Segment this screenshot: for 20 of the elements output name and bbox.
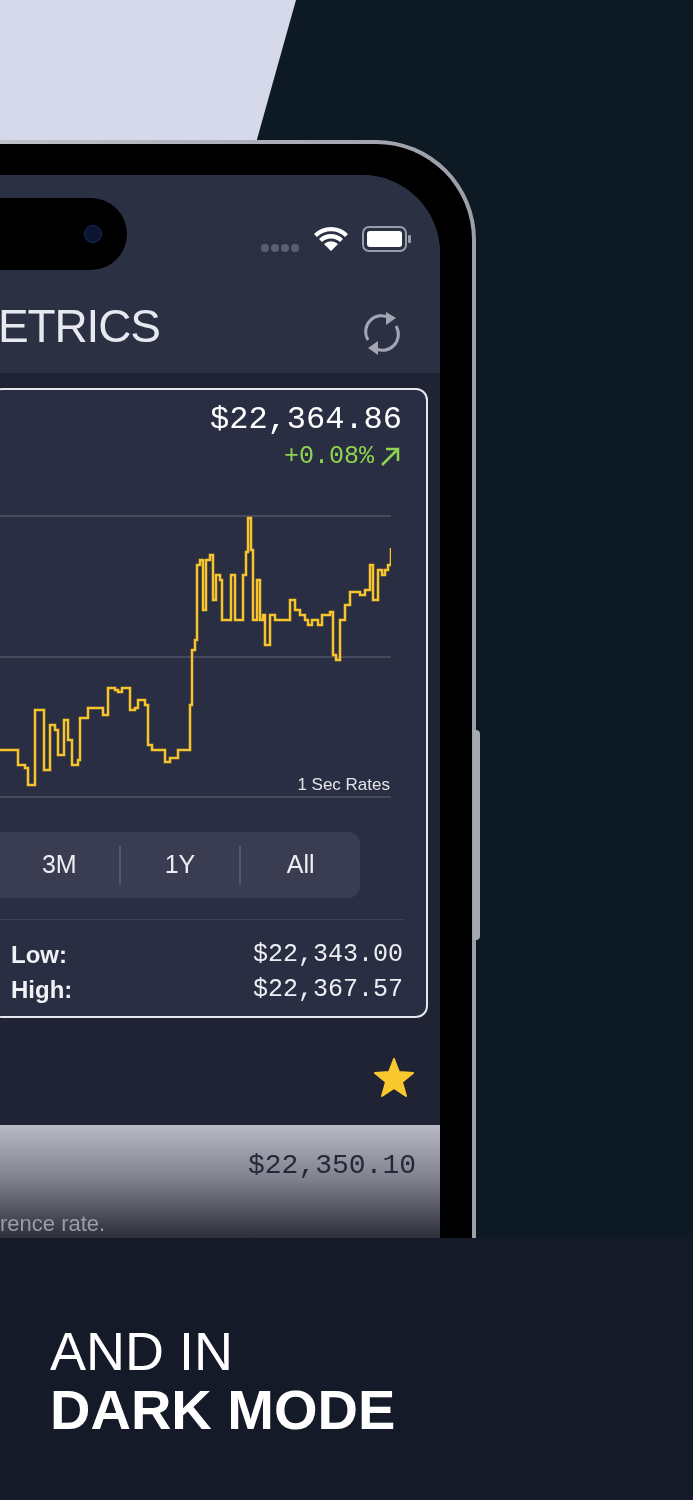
stat-value: $22,367.57 xyxy=(252,975,403,1004)
price-value: $22,364.86 xyxy=(209,404,402,436)
star-icon[interactable] xyxy=(373,1058,415,1098)
stat-label: High: xyxy=(11,975,73,1004)
range-tab[interactable]: 1Y xyxy=(120,837,240,893)
stat-label: Low: xyxy=(11,940,67,969)
stat-value: $22,343.00 xyxy=(252,940,403,969)
change-percent: +0.08% xyxy=(284,444,374,469)
range-tab[interactable]: All xyxy=(241,837,360,893)
rate-note: rence rate. xyxy=(0,1213,106,1235)
chart-caption: 1 Sec Rates xyxy=(297,776,390,793)
wifi-icon xyxy=(313,225,349,251)
battery-icon xyxy=(362,226,412,252)
promo-heading: AND IN xyxy=(50,1322,234,1380)
range-tab[interactable]: 3M xyxy=(0,837,119,893)
signal-icon xyxy=(260,243,301,253)
camera-icon xyxy=(84,225,102,243)
rate-value: $22,350.10 xyxy=(247,1152,416,1180)
promo-heading: DARK MODE xyxy=(50,1380,396,1440)
screen-title: ETRICS xyxy=(0,303,160,349)
